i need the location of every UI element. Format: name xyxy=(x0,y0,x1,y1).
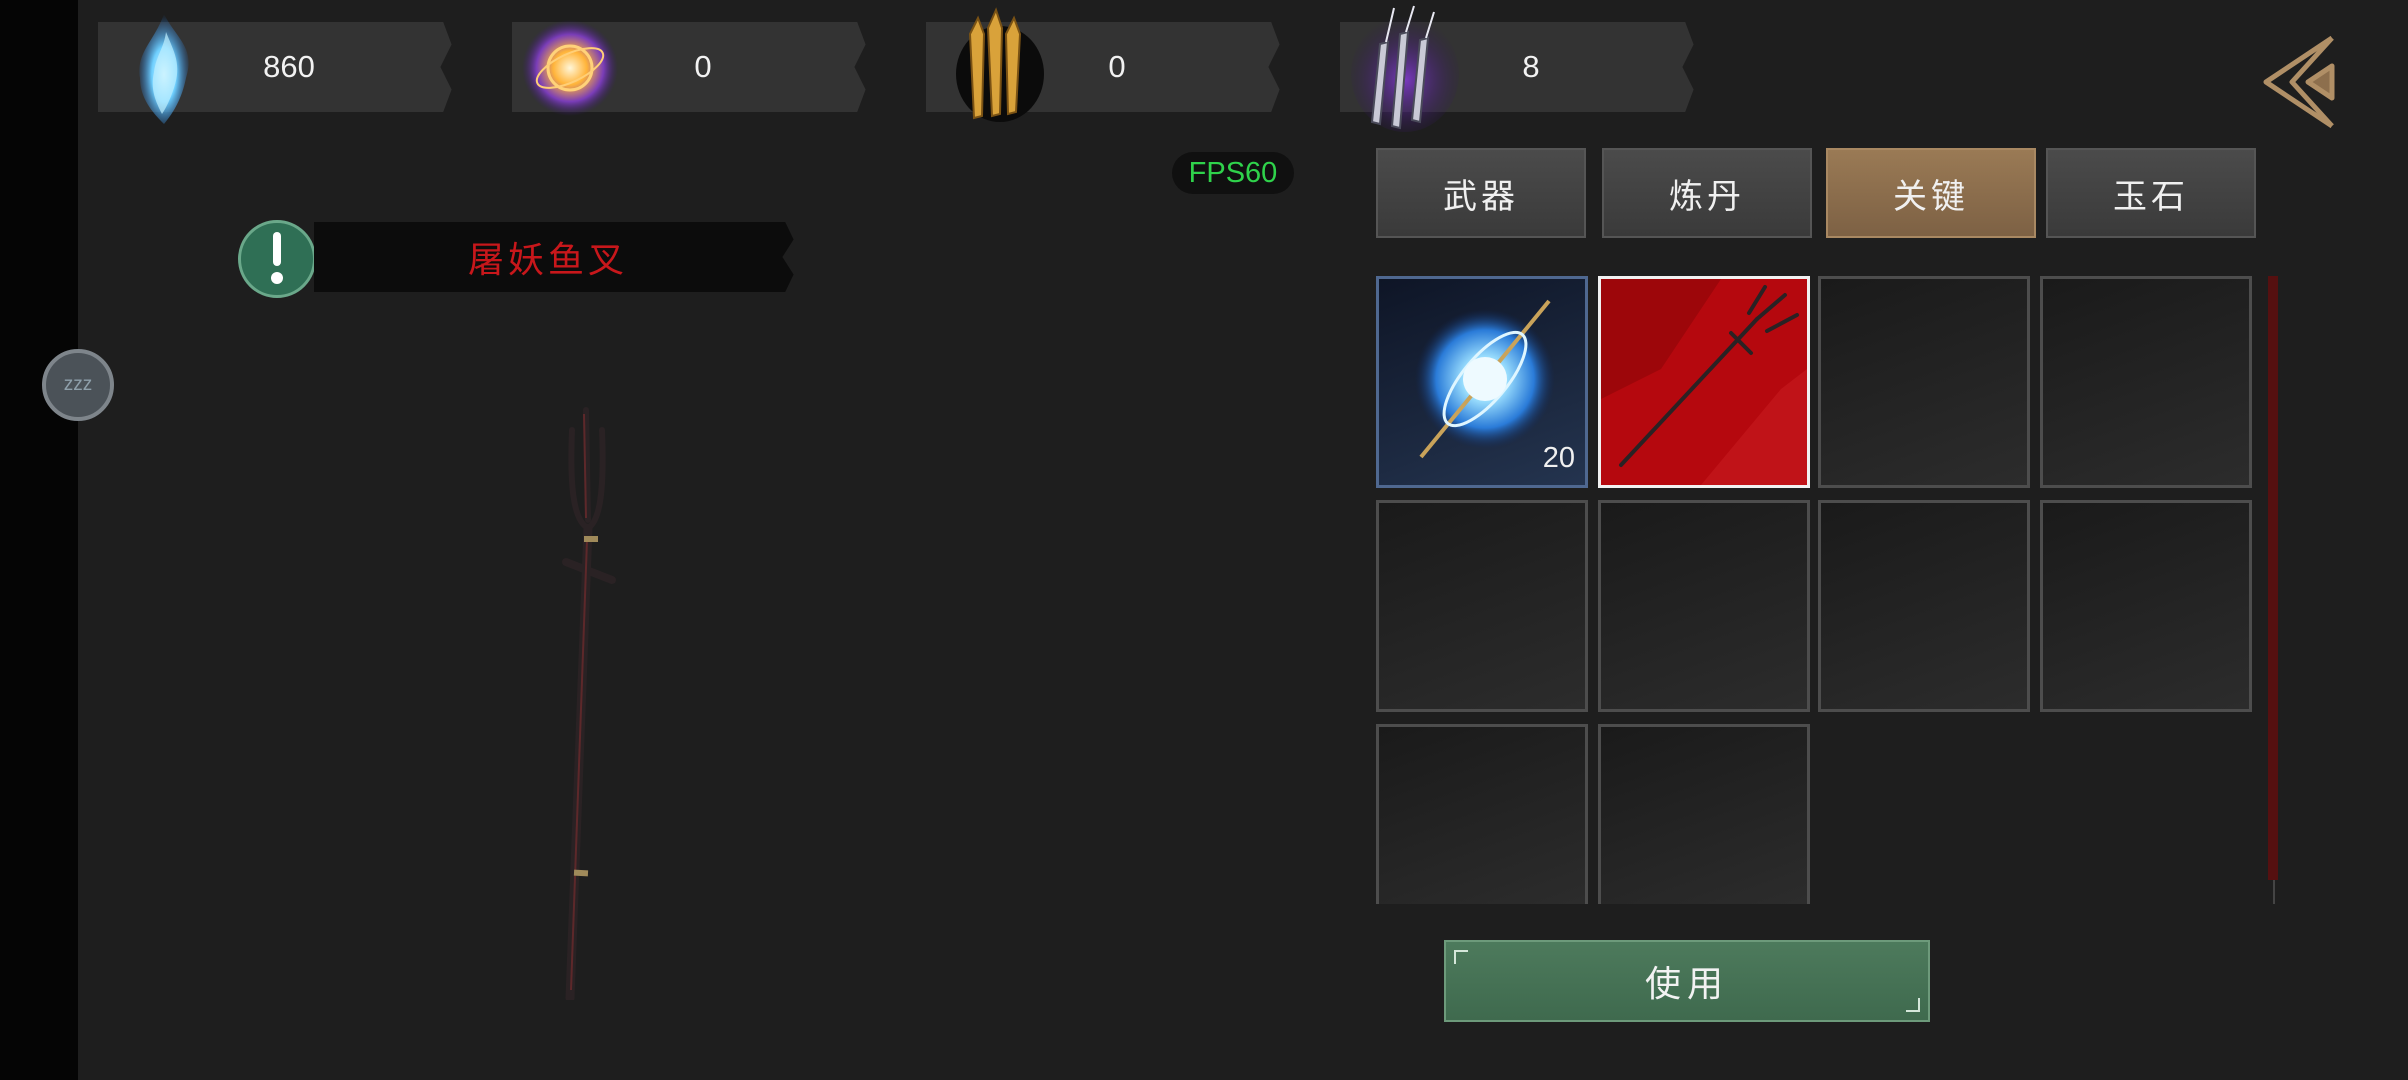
inventory-slot[interactable] xyxy=(1818,276,2030,488)
inventory-slot[interactable] xyxy=(1376,500,1588,712)
sleep-button[interactable]: zzz xyxy=(42,349,114,421)
tab-weapons[interactable]: 武器 xyxy=(1376,148,1586,238)
left-edge-bar xyxy=(0,0,78,1080)
use-button[interactable]: 使用 xyxy=(1444,940,1930,1022)
inventory-slot[interactable] xyxy=(2040,500,2252,712)
trident-preview-icon xyxy=(562,407,616,1000)
purple-blades-icon xyxy=(1351,5,1459,132)
corner-ornament xyxy=(1906,998,1920,1012)
tab-alchemy[interactable]: 炼丹 xyxy=(1602,148,1812,238)
fps-counter: FPS60 xyxy=(1172,152,1294,194)
inventory-slot[interactable] xyxy=(1598,724,1810,904)
item-name-bar: 屠妖鱼叉 xyxy=(314,222,802,292)
back-arrow-icon[interactable] xyxy=(2252,30,2342,134)
exclamation-icon xyxy=(271,232,283,284)
inventory-slot[interactable]: 20 xyxy=(1376,276,1588,488)
scrollbar-track-end xyxy=(2273,880,2275,904)
inventory-slot-selected[interactable] xyxy=(1598,276,1810,488)
tab-jade[interactable]: 玉石 xyxy=(2046,148,2256,238)
trident-icon xyxy=(1601,279,1807,485)
blue-spirit-flame-icon xyxy=(139,14,189,124)
inventory-slot[interactable] xyxy=(2040,276,2252,488)
inventory-slot[interactable] xyxy=(1598,500,1810,712)
use-button-label: 使用 xyxy=(1644,964,1729,1005)
golden-orb-icon xyxy=(522,20,618,116)
selected-item-name: 屠妖鱼叉 xyxy=(467,240,628,281)
golden-tokens-icon xyxy=(956,7,1044,122)
inventory-scrollbar[interactable] xyxy=(2268,276,2278,880)
alert-badge xyxy=(238,220,316,298)
corner-ornament xyxy=(1454,950,1468,964)
inventory-slot[interactable] xyxy=(1818,500,2030,712)
inventory-slot[interactable] xyxy=(1376,724,1588,904)
tab-key-items[interactable]: 关键 xyxy=(1826,148,2036,238)
item-count: 20 xyxy=(1542,442,1575,474)
